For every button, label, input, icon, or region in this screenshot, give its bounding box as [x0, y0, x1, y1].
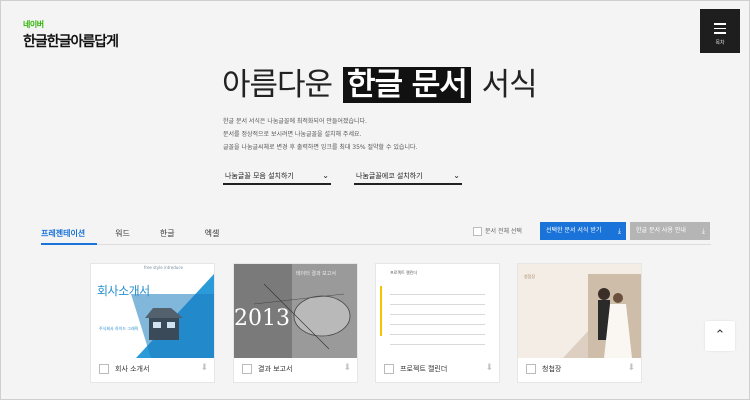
download-selected-label: 선택한 문서 서식 받기 [546, 227, 602, 234]
hero-title-highlight: 한글 문서 [342, 67, 471, 103]
install-eco-fonts-dropdown[interactable]: 나눔글꼴에코 설치하기 ⌄ [354, 168, 462, 185]
hamburger-icon [714, 23, 726, 37]
thumb-small-text: 테이터 결과 보고서 [296, 271, 336, 277]
download-icon[interactable]: ⬇ [485, 363, 493, 373]
tab-word[interactable]: 워드 [115, 227, 130, 241]
tab-hangul[interactable]: 한글 [160, 227, 175, 241]
page-frame: 네이버 한글한글아름답게 목차 아름다운 한글 문서 서식 한글 문서 서식은 … [0, 0, 750, 400]
tab-active-indicator [41, 243, 97, 245]
download-icon: ⤓ [701, 227, 705, 235]
select-all-checkbox[interactable] [473, 227, 482, 236]
card-label: 결과 보고서 [258, 365, 293, 373]
install-all-label: 나눔글꼴 모음 설치하기 [225, 172, 294, 180]
usage-guide-label: 한글 문서 사용 안내 [636, 227, 686, 234]
thumb-year: 2013 [234, 306, 290, 331]
hero-title-suffix: 서식 [472, 67, 538, 103]
hero-description: 한글 문서 서식은 나눔글꼴에 최적화되어 만들어졌습니다. 문서를 정상적으로… [223, 115, 417, 154]
thumb-small-text: 프로젝트 캘린더 [390, 270, 418, 275]
install-eco-label: 나눔글꼴에코 설치하기 [356, 172, 423, 180]
thumb-title: 회사소개서 [97, 284, 150, 298]
thumb-top-text: free style introduce [144, 265, 183, 270]
menu-label: 목차 [715, 40, 725, 46]
usage-guide-button[interactable]: 한글 문서 사용 안내 ⤓ [630, 222, 710, 240]
download-icon[interactable]: ⬇ [200, 363, 208, 373]
download-selected-button[interactable]: 선택한 문서 서식 받기 ⤓ [540, 222, 626, 240]
card-checkbox[interactable] [526, 364, 536, 374]
chevron-down-icon: ⌄ [322, 171, 329, 180]
download-icon[interactable]: ⬇ [627, 363, 635, 373]
select-all-toggle[interactable]: 문서 전체 선택 [473, 227, 522, 237]
template-card[interactable]: free style introduce 회사소개서 주식회사 하이드 그래픽 … [90, 263, 215, 383]
logo-text: 한글한글아름답게 [23, 34, 119, 50]
hero-title-prefix: 아름다운 [222, 67, 341, 103]
select-all-label: 문서 전체 선택 [485, 228, 522, 235]
chevron-up-icon: ⌃ [714, 328, 726, 343]
download-icon: ⤓ [617, 227, 621, 235]
hero-title: 아름다운 한글 문서 서식 [222, 65, 538, 105]
thumb-small-text: 청첩장 [524, 274, 536, 279]
template-card[interactable]: 테이터 결과 보고서 2013 결과 보고서 ⬇ [233, 263, 358, 383]
install-all-fonts-dropdown[interactable]: 나눔글꼴 모음 설치하기 ⌄ [223, 168, 331, 185]
wedding-photo [563, 274, 641, 358]
template-thumbnail[interactable]: free style introduce 회사소개서 주식회사 하이드 그래픽 [91, 264, 214, 358]
template-card[interactable]: 청첩장 청첩장 ⬇ [517, 263, 642, 383]
template-thumbnail[interactable]: 프로젝트 캘린더 [376, 264, 499, 358]
brand-label: 네이버 [23, 20, 44, 29]
accent-bar [380, 286, 384, 336]
desc-line: 한글 문서 서식은 나눔글꼴에 최적화되어 만들어졌습니다. [223, 118, 367, 125]
card-checkbox[interactable] [99, 364, 109, 374]
desc-line: 문서를 정상적으로 보시려면 나눔글꼴을 설치해 주세요. [223, 131, 362, 138]
chevron-down-icon: ⌄ [453, 171, 460, 180]
tab-excel[interactable]: 엑셀 [205, 227, 220, 241]
scroll-to-top-button[interactable]: ⌃ [705, 321, 735, 351]
template-card[interactable]: 프로젝트 캘린더 프로젝트 캘린더 ⬇ [375, 263, 500, 383]
tab-divider [41, 244, 711, 245]
template-thumbnail[interactable]: 청첩장 [518, 264, 641, 358]
card-checkbox[interactable] [384, 364, 394, 374]
template-thumbnail[interactable]: 테이터 결과 보고서 2013 [234, 264, 357, 358]
site-logo[interactable]: 네이버 한글한글아름답게 [23, 19, 119, 51]
doc-type-tabs: 프레젠테이션 워드 한글 엑셀 [41, 227, 249, 241]
card-label: 청첩장 [542, 365, 562, 373]
tab-presentation[interactable]: 프레젠테이션 [41, 227, 85, 241]
download-icon[interactable]: ⬇ [343, 363, 351, 373]
desc-line: 글꼴을 나눔글씨체로 변경 후 출력하면 잉크를 최대 35% 절약할 수 있습… [223, 144, 418, 151]
card-label: 프로젝트 캘린더 [400, 365, 448, 373]
thumb-small-text: 주식회사 하이드 그래픽 [99, 326, 139, 331]
menu-button[interactable]: 목차 [700, 9, 740, 53]
card-label: 회사 소개서 [115, 365, 150, 373]
card-checkbox[interactable] [242, 364, 252, 374]
